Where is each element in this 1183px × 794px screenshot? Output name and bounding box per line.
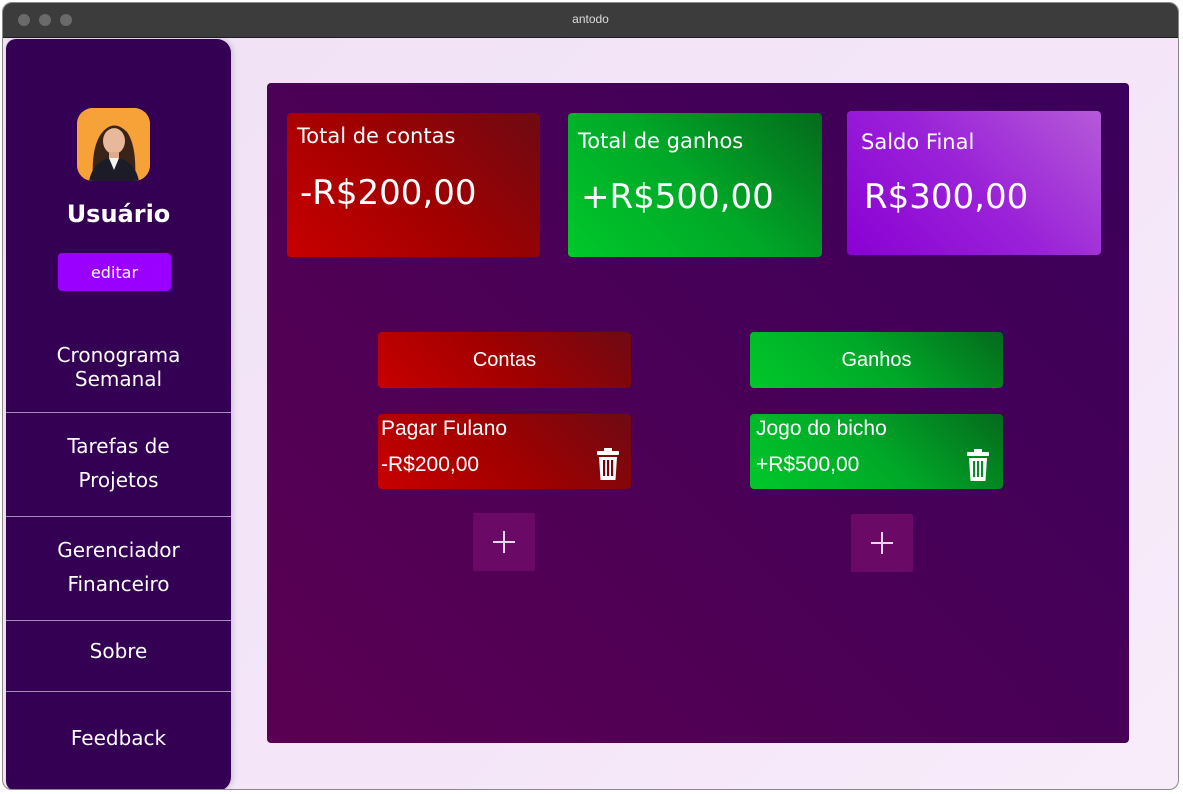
- nav-divider: [6, 620, 231, 621]
- nav-tarefas-de-projetos[interactable]: Tarefas de Projetos: [6, 427, 231, 499]
- ganhos-header: Ganhos: [750, 332, 1003, 388]
- contas-header: Contas: [378, 332, 631, 388]
- username: Usuário: [66, 200, 171, 228]
- conta-item-name: Pagar Fulano: [381, 417, 508, 440]
- nav-label-line1: Gerenciador: [57, 538, 180, 562]
- ganho-item-name: Jogo do bicho: [756, 417, 887, 440]
- total-contas-card: Total de contas -R$200,00: [287, 113, 540, 257]
- total-contas-value: -R$200,00: [300, 173, 477, 213]
- nav-cronograma-semanal[interactable]: Cronograma Semanal: [6, 339, 231, 395]
- total-ganhos-value: +R$500,00: [581, 177, 774, 217]
- nav-label-line1: Cronograma: [56, 343, 181, 367]
- app-window: antodo Usuário editar Cronograma Semanal: [2, 2, 1179, 790]
- total-ganhos-card: Total de ganhos +R$500,00: [568, 113, 822, 257]
- avatar[interactable]: [77, 108, 150, 181]
- saldo-final-label: Saldo Final: [861, 130, 975, 154]
- window-title: antodo: [572, 12, 609, 26]
- nav-sobre[interactable]: Sobre: [6, 635, 231, 667]
- edit-profile-button[interactable]: editar: [58, 253, 171, 291]
- nav-label: Sobre: [89, 639, 148, 663]
- plus-icon: [871, 532, 893, 554]
- add-ganho-button[interactable]: [851, 514, 913, 572]
- nav-divider: [6, 412, 231, 413]
- nav-feedback[interactable]: Feedback: [6, 722, 231, 754]
- nav-divider: [6, 691, 231, 692]
- total-contas-label: Total de contas: [297, 124, 456, 148]
- nav-label-line1: Tarefas de: [67, 434, 170, 458]
- sidebar: Usuário editar Cronograma Semanal Tarefa…: [6, 39, 231, 789]
- user-avatar-icon: [77, 108, 150, 181]
- nav-label: Feedback: [70, 726, 167, 750]
- saldo-final-value: R$300,00: [864, 177, 1029, 217]
- nav-label-line2: Projetos: [78, 468, 159, 492]
- trash-icon[interactable]: [597, 448, 619, 480]
- nav-gerenciador-financeiro[interactable]: Gerenciador Financeiro: [6, 531, 231, 603]
- ganho-item: Jogo do bicho +R$500,00: [750, 414, 1003, 489]
- finance-panel: Total de contas -R$200,00 Total de ganho…: [267, 83, 1129, 743]
- conta-item: Pagar Fulano -R$200,00: [378, 414, 631, 489]
- plus-icon: [493, 531, 515, 553]
- add-conta-button[interactable]: [473, 513, 535, 571]
- conta-item-amount: -R$200,00: [381, 453, 480, 476]
- nav-label-line2: Financeiro: [67, 572, 170, 596]
- ganho-item-amount: +R$500,00: [756, 453, 860, 476]
- trash-icon[interactable]: [967, 449, 989, 481]
- total-ganhos-label: Total de ganhos: [578, 129, 744, 153]
- nav-label-line2: Semanal: [74, 367, 163, 391]
- saldo-final-card: Saldo Final R$300,00: [847, 111, 1101, 255]
- title-bar: antodo: [3, 3, 1178, 38]
- nav-divider: [6, 516, 231, 517]
